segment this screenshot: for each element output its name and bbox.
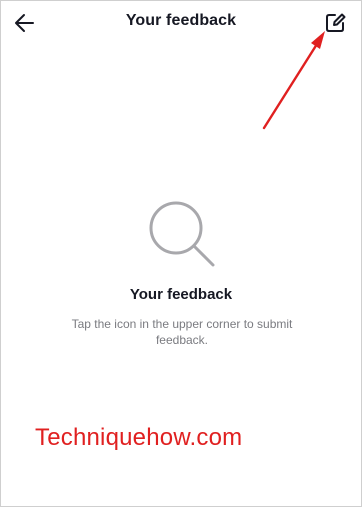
page-title: Your feedback	[125, 12, 237, 29]
header-bar: Your feedback	[1, 1, 361, 45]
edit-square-icon	[326, 13, 346, 32]
edit-feedback-button[interactable]	[321, 9, 349, 37]
watermark: Techniquehow.com	[35, 424, 243, 451]
empty-state-title: Your feedback	[129, 286, 233, 303]
screen-frame: Your feedback Your feedback Tap the icon…	[0, 0, 362, 507]
magnifier-icon	[144, 197, 220, 273]
empty-state-description: Tap the icon in the upper corner to subm…	[71, 317, 293, 347]
